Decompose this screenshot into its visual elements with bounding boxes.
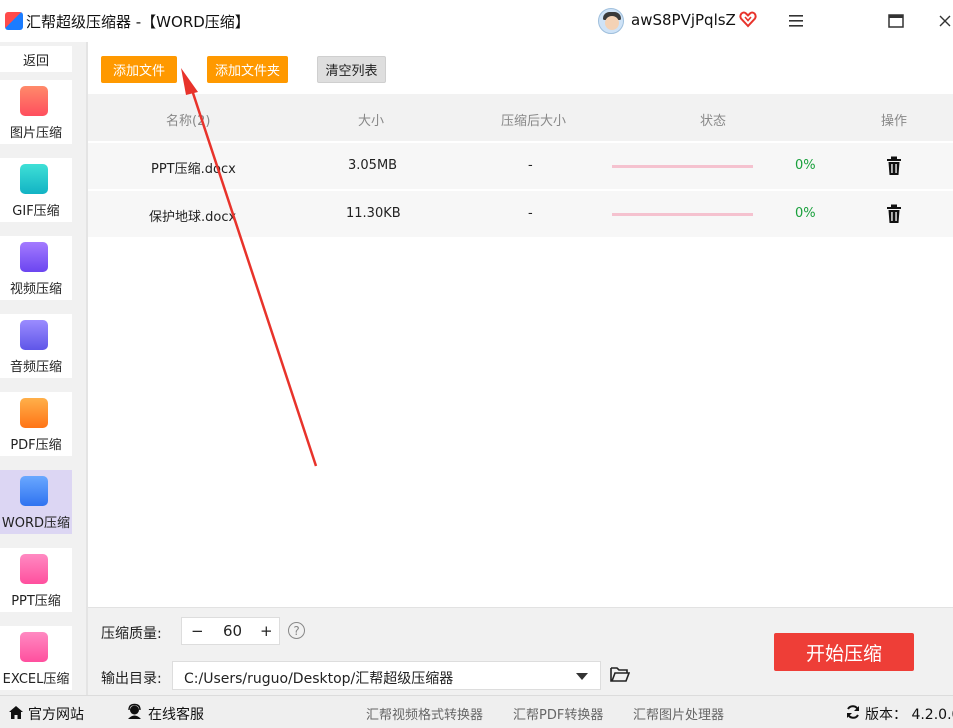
username[interactable]: awS8PVjPqlsZ	[631, 11, 736, 29]
official-website-link[interactable]: 官方网站	[28, 704, 84, 724]
quality-stepper[interactable]: − 60 +	[181, 617, 280, 645]
progress-percent: 0%	[795, 206, 816, 221]
customer-service-icon	[128, 703, 141, 719]
sidebar-item-audio[interactable]: 音频压缩	[0, 314, 72, 378]
file-table-header: 名称(2) 大小 压缩后大小 状态 操作	[88, 94, 953, 141]
compressed-size: -	[528, 206, 533, 221]
delete-icon[interactable]	[885, 156, 903, 176]
image-compress-icon	[20, 86, 48, 116]
menu-icon[interactable]	[783, 8, 809, 34]
decrement-button[interactable]: −	[191, 622, 204, 640]
increment-button[interactable]: +	[260, 622, 273, 640]
sidebar-item-gif[interactable]: GIF压缩	[0, 158, 72, 222]
gif-compress-icon	[20, 164, 48, 194]
column-name[interactable]: 名称(2)	[166, 110, 210, 129]
help-icon[interactable]: ?	[288, 622, 305, 639]
ppt-compress-icon	[20, 554, 48, 584]
table-row[interactable]: PPT压缩.docx 3.05MB - 0%	[88, 143, 953, 189]
sidebar-item-excel[interactable]: EXCEL压缩	[0, 626, 72, 690]
close-icon[interactable]	[932, 8, 953, 34]
file-size: 11.30KB	[346, 206, 401, 221]
back-button[interactable]: 返回	[0, 46, 72, 72]
file-size: 3.05MB	[348, 158, 398, 173]
image-processor-link[interactable]: 汇帮图片处理器	[633, 704, 724, 723]
file-name: PPT压缩.docx	[151, 162, 236, 177]
audio-compress-icon	[20, 320, 48, 350]
sidebar-item-pdf[interactable]: PDF压缩	[0, 392, 72, 456]
online-support-link[interactable]: 在线客服	[148, 704, 204, 724]
maximize-icon[interactable]	[883, 8, 909, 34]
compressed-size: -	[528, 158, 533, 173]
table-row[interactable]: 保护地球.docx 11.30KB - 0%	[88, 191, 953, 237]
refresh-icon[interactable]	[845, 704, 861, 720]
column-size[interactable]: 大小	[358, 110, 384, 129]
clear-list-button[interactable]: 清空列表	[317, 56, 386, 83]
progress-bar	[612, 165, 753, 168]
add-folder-button[interactable]: 添加文件夹	[207, 56, 288, 83]
progress-percent: 0%	[795, 158, 816, 173]
window-title: 汇帮超级压缩器 -【WORD压缩】	[26, 13, 250, 31]
add-file-button[interactable]: 添加文件	[101, 56, 177, 83]
chevron-down-icon[interactable]	[576, 673, 588, 680]
sidebar-item-image[interactable]: 图片压缩	[0, 80, 72, 144]
folder-open-icon[interactable]	[610, 666, 630, 683]
quality-label: 压缩质量:	[101, 626, 162, 642]
column-compressed-size[interactable]: 压缩后大小	[501, 110, 566, 129]
quality-value[interactable]: 60	[223, 622, 242, 640]
user-avatar[interactable]	[598, 8, 624, 34]
column-status: 状态	[700, 114, 727, 129]
progress-bar	[612, 213, 753, 216]
start-compress-button[interactable]: 开始压缩	[774, 633, 914, 671]
video-converter-link[interactable]: 汇帮视频格式转换器	[366, 704, 483, 723]
version-label: 版本： 4.2.0.0	[865, 707, 953, 723]
app-logo-icon	[5, 12, 23, 30]
output-dir-label: 输出目录:	[101, 671, 162, 687]
title-bar: 汇帮超级压缩器 -【WORD压缩】 awS8PVjPqlsZ	[0, 0, 953, 42]
sidebar: 返回 图片压缩 GIF压缩 视频压缩 音频压缩 PDF压缩 WORD压缩 PPT…	[0, 42, 86, 695]
column-action: 操作	[881, 114, 908, 129]
delete-icon[interactable]	[885, 204, 903, 224]
word-compress-icon	[20, 476, 48, 506]
sidebar-item-ppt[interactable]: PPT压缩	[0, 548, 72, 612]
pdf-converter-link[interactable]: 汇帮PDF转换器	[513, 704, 603, 723]
output-dir-value: C:/Users/ruguo/Desktop/汇帮超级压缩器	[184, 671, 454, 687]
pdf-compress-icon	[20, 398, 48, 428]
output-dir-select[interactable]: C:/Users/ruguo/Desktop/汇帮超级压缩器	[172, 661, 601, 690]
sidebar-item-word[interactable]: WORD压缩	[0, 470, 72, 534]
home-icon	[9, 706, 23, 719]
vip-heart-icon[interactable]	[739, 10, 757, 28]
excel-compress-icon	[20, 632, 48, 662]
sidebar-item-video[interactable]: 视频压缩	[0, 236, 72, 300]
status-bar: 官方网站 在线客服 汇帮视频格式转换器 汇帮PDF转换器 汇帮图片处理器 版本：…	[0, 695, 953, 728]
video-compress-icon	[20, 242, 48, 272]
file-name: 保护地球.docx	[149, 210, 237, 225]
